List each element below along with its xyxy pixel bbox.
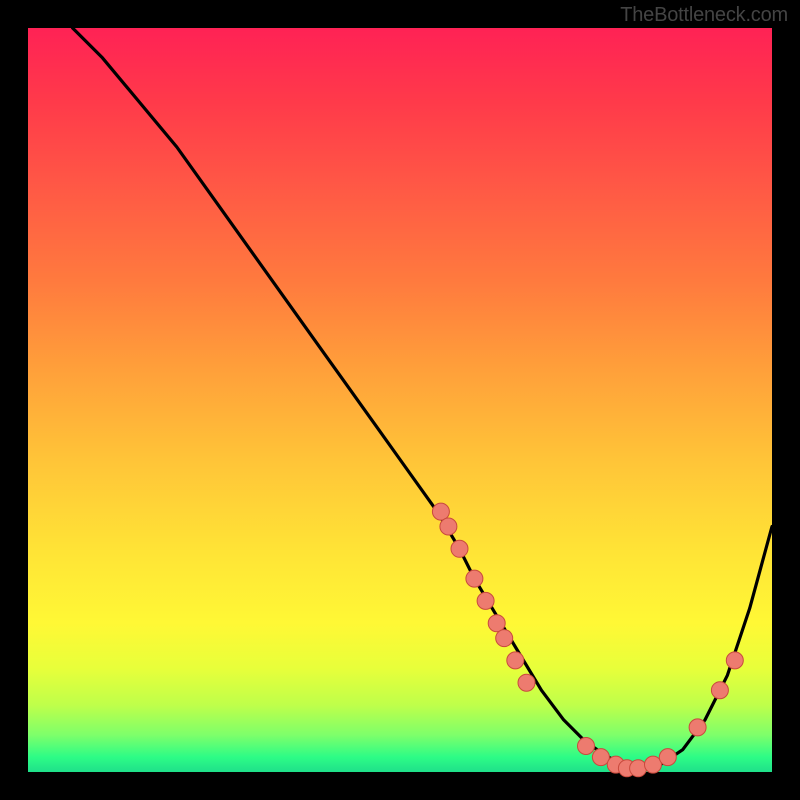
data-points: [432, 503, 743, 777]
data-point: [451, 540, 468, 557]
chart-frame: TheBottleneck.com: [0, 0, 800, 800]
data-point: [630, 760, 647, 777]
data-point: [578, 738, 595, 755]
data-point: [440, 518, 457, 535]
data-point: [477, 592, 494, 609]
watermark-text: TheBottleneck.com: [620, 4, 788, 27]
data-point: [689, 719, 706, 736]
data-point: [432, 503, 449, 520]
data-point: [592, 749, 609, 766]
data-point: [488, 615, 505, 632]
data-point: [518, 674, 535, 691]
data-point: [496, 630, 513, 647]
data-point: [726, 652, 743, 669]
data-point: [466, 570, 483, 587]
data-point: [711, 682, 728, 699]
data-point: [659, 749, 676, 766]
data-point: [507, 652, 524, 669]
chart-svg: [28, 28, 772, 772]
plot-area: [28, 28, 772, 772]
bottleneck-curve: [73, 28, 772, 772]
